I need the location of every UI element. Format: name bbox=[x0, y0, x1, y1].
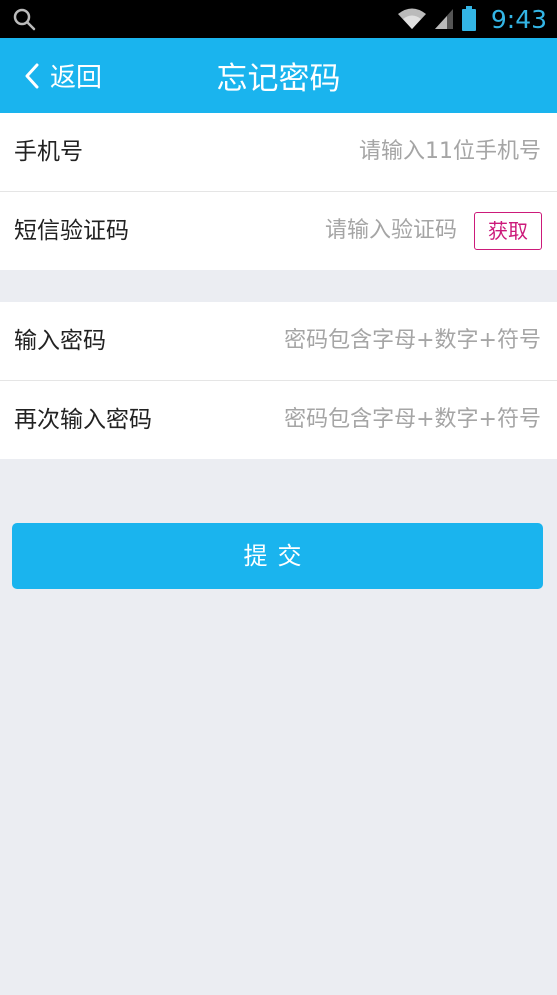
password-group: 输入密码 再次输入密码 bbox=[0, 302, 557, 459]
chevron-left-icon bbox=[25, 63, 39, 88]
signal-icon bbox=[434, 9, 453, 29]
search-icon[interactable] bbox=[12, 7, 36, 31]
status-bar: 9:43 bbox=[0, 0, 557, 38]
password-label: 输入密码 bbox=[14, 328, 106, 354]
back-button[interactable]: 返回 bbox=[24, 38, 102, 113]
back-label: 返回 bbox=[50, 63, 103, 93]
wifi-icon bbox=[397, 8, 426, 29]
battery-icon bbox=[461, 6, 476, 31]
password-input[interactable] bbox=[221, 302, 541, 380]
status-time: 9:43 bbox=[490, 4, 547, 34]
password-row: 输入密码 bbox=[0, 302, 557, 380]
phone-input[interactable] bbox=[241, 113, 541, 191]
submit-button[interactable]: 提交 bbox=[12, 523, 543, 589]
password-confirm-row: 再次输入密码 bbox=[0, 381, 557, 459]
sms-code-input[interactable] bbox=[257, 192, 457, 270]
password-confirm-label: 再次输入密码 bbox=[14, 407, 152, 433]
password-confirm-input[interactable] bbox=[221, 381, 541, 459]
phone-label: 手机号 bbox=[14, 139, 83, 165]
sms-label: 短信验证码 bbox=[14, 218, 129, 244]
verification-group: 手机号 短信验证码 获取 bbox=[0, 113, 557, 270]
title-bar: 返回 忘记密码 bbox=[0, 38, 557, 113]
sms-row: 短信验证码 获取 bbox=[0, 192, 557, 270]
get-code-button[interactable]: 获取 bbox=[474, 212, 542, 250]
phone-row: 手机号 bbox=[0, 113, 557, 191]
